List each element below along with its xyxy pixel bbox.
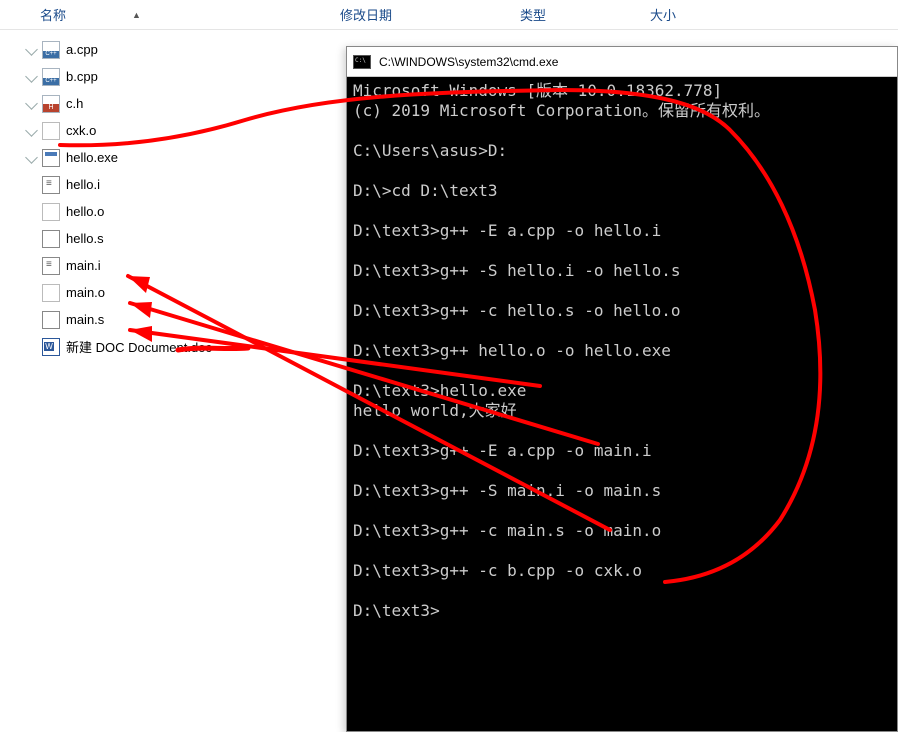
file-row[interactable]: cxk.o — [20, 117, 340, 144]
cpp-file-icon — [42, 68, 60, 86]
file-name-label: hello.i — [66, 177, 100, 192]
s-file-icon — [42, 230, 60, 248]
cmd-title: C:\WINDOWS\system32\cmd.exe — [379, 55, 558, 69]
cmd-icon — [353, 55, 371, 69]
file-row[interactable]: b.cpp — [20, 63, 340, 90]
pin-icon — [26, 126, 36, 136]
file-name-label: hello.o — [66, 204, 104, 219]
file-list[interactable]: a.cpp b.cpp c.h cxk.o hello.exe hello.i hello.… — [0, 30, 340, 360]
file-row[interactable]: c.h — [20, 90, 340, 117]
column-type[interactable]: 类型 — [520, 5, 650, 24]
file-name-label: hello.s — [66, 231, 104, 246]
file-row[interactable]: main.i — [20, 252, 340, 279]
file-row[interactable]: a.cpp — [20, 36, 340, 63]
h-file-icon — [42, 95, 60, 113]
exe-file-icon — [42, 149, 60, 167]
file-row[interactable]: main.s — [20, 306, 340, 333]
file-name-label: 新建 DOC Document.doc — [66, 337, 212, 356]
column-size[interactable]: 大小 — [650, 5, 740, 24]
file-name-label: main.o — [66, 285, 105, 300]
file-name-label: cxk.o — [66, 123, 96, 138]
file-name-label: c.h — [66, 96, 83, 111]
column-date-label: 修改日期 — [340, 8, 392, 23]
explorer-column-header[interactable]: 名称 ▲ 修改日期 类型 大小 — [0, 0, 898, 30]
file-name-label: b.cpp — [66, 69, 98, 84]
pin-icon — [26, 153, 36, 163]
cmd-titlebar[interactable]: C:\WINDOWS\system32\cmd.exe — [347, 47, 897, 77]
column-type-label: 类型 — [520, 8, 546, 23]
column-name[interactable]: 名称 ▲ — [40, 5, 340, 24]
blank-file-icon — [42, 122, 60, 140]
sort-ascending-icon: ▲ — [132, 10, 141, 20]
cpp-file-icon — [42, 41, 60, 59]
i-file-icon — [42, 257, 60, 275]
column-name-label: 名称 — [40, 5, 66, 24]
i-file-icon — [42, 176, 60, 194]
column-size-label: 大小 — [650, 8, 676, 23]
file-row[interactable]: main.o — [20, 279, 340, 306]
doc-file-icon — [42, 338, 60, 356]
file-name-label: hello.exe — [66, 150, 118, 165]
file-row[interactable]: hello.o — [20, 198, 340, 225]
file-row[interactable]: 新建 DOC Document.doc — [20, 333, 340, 360]
file-name-label: a.cpp — [66, 42, 98, 57]
column-date[interactable]: 修改日期 — [340, 5, 520, 24]
blank-file-icon — [42, 203, 60, 221]
file-row[interactable]: hello.exe — [20, 144, 340, 171]
pin-icon — [26, 72, 36, 82]
cmd-output[interactable]: Microsoft Windows [版本 10.0.18362.778] (c… — [347, 77, 897, 625]
blank-file-icon — [42, 284, 60, 302]
file-name-label: main.s — [66, 312, 104, 327]
cmd-window[interactable]: C:\WINDOWS\system32\cmd.exe Microsoft Wi… — [346, 46, 898, 732]
file-name-label: main.i — [66, 258, 101, 273]
pin-icon — [26, 99, 36, 109]
pin-icon — [26, 45, 36, 55]
s-file-icon — [42, 311, 60, 329]
file-row[interactable]: hello.s — [20, 225, 340, 252]
file-row[interactable]: hello.i — [20, 171, 340, 198]
